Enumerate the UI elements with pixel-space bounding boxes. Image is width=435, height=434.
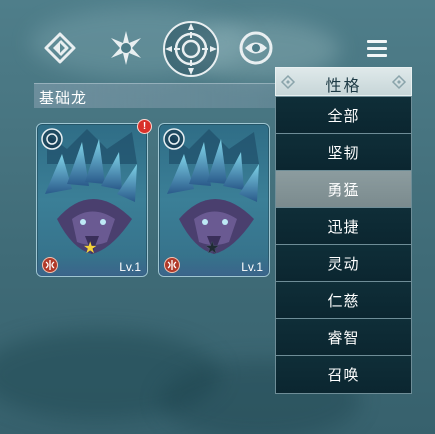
dragon-card[interactable]: ★ Lv.1 [158,123,270,277]
sun-crest-icon [163,21,219,77]
dropdown-option[interactable]: 灵动 [276,245,411,282]
alert-badge: ! [137,119,152,134]
tab-thorn-crest[interactable] [104,26,148,70]
tab-eye-crest[interactable] [234,26,278,70]
tab-sun-crest[interactable] [162,20,220,78]
dropdown-option[interactable]: 仁慈 [276,282,411,319]
card-level: Lv.1 [119,260,141,274]
dropdown-option[interactable]: 召唤 [276,356,411,393]
dropdown-option[interactable]: 全部 [276,97,411,134]
attack-type-icon [42,257,58,273]
dropdown-option-selected[interactable]: 勇猛 [276,171,411,208]
tab-tide-crest[interactable] [38,26,82,70]
temperament-dropdown: 性格 全部 坚韧 勇猛 迅捷 灵动 仁慈 睿智 召唤 [275,67,412,406]
dropdown-option[interactable]: 坚韧 [276,134,411,171]
section-title: 基础龙 [39,89,88,107]
star-icon: ★ [205,238,220,257]
tide-crest-icon [44,32,76,64]
dropdown-list: 全部 坚韧 勇猛 迅捷 灵动 仁慈 睿智 召唤 [275,96,412,394]
dropdown-option[interactable]: 睿智 [276,319,411,356]
dropdown-header[interactable]: 性格 [275,67,412,96]
sun-crest-icon [163,128,185,150]
ornament-icon [391,74,407,90]
attack-type-icon [164,257,180,273]
card-level: Lv.1 [241,260,263,274]
dropdown-option[interactable]: 迅捷 [276,208,411,245]
menu-button[interactable] [364,38,390,62]
thorn-crest-icon [111,31,141,65]
star-icon: ★ [83,238,98,257]
sun-crest-icon [41,128,63,150]
dragon-card[interactable]: ★ Lv.1 [36,123,148,277]
eye-crest-icon [239,31,273,65]
